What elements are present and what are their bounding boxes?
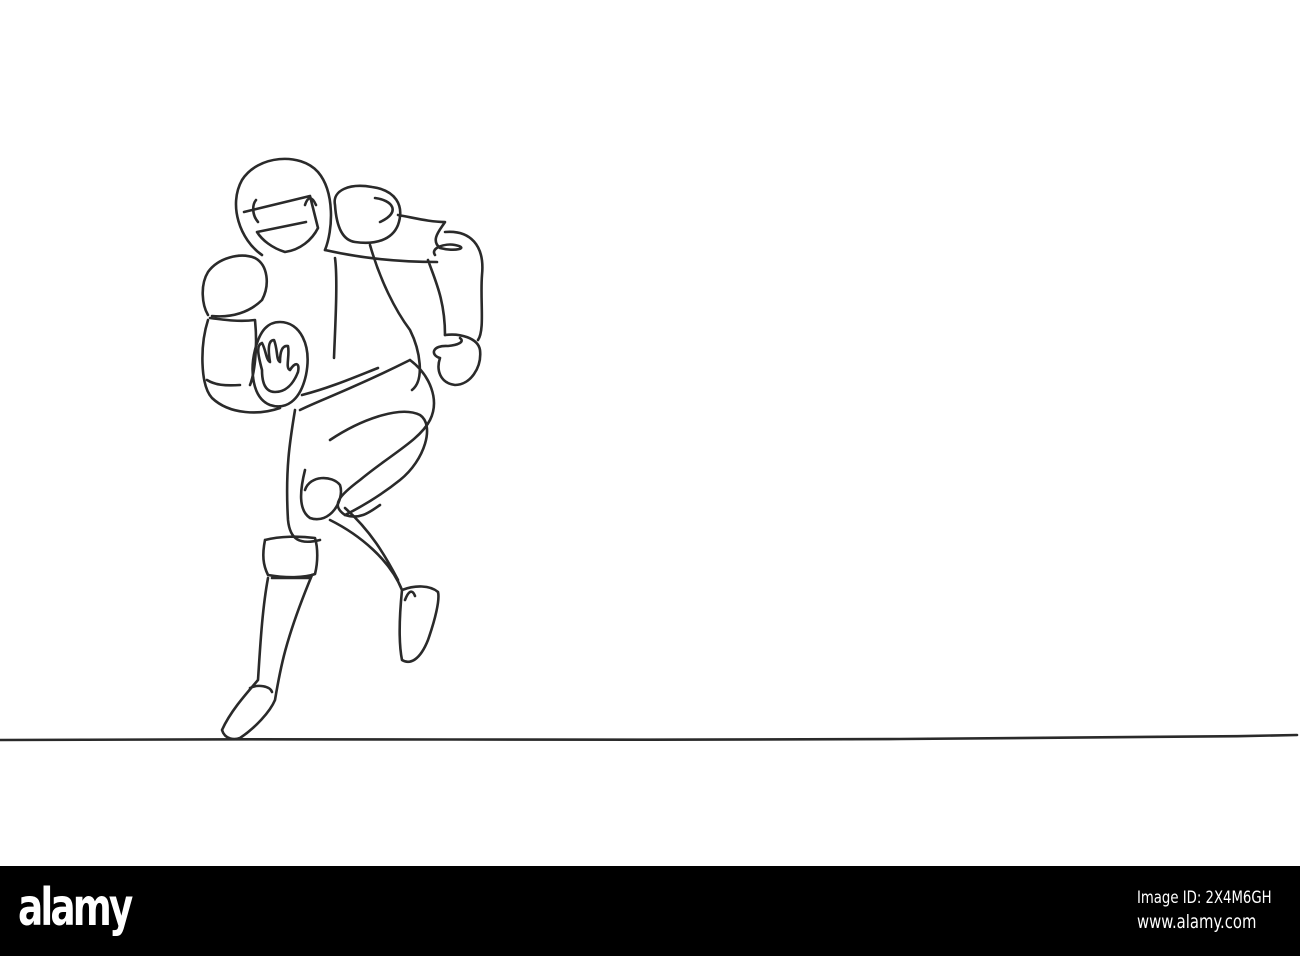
right-shoulder-pad: [333, 184, 402, 245]
ground-line: [0, 733, 1299, 742]
left-shin-and-foot: [220, 573, 314, 741]
left-forearm: [201, 316, 282, 414]
helmet: [234, 157, 333, 257]
right-shin-and-foot: [328, 506, 440, 664]
image-meta: Image ID: 2X4M6GH www.alamy.com: [1137, 886, 1272, 934]
right-glove: [432, 333, 482, 387]
alamy-logo: alamy: [18, 878, 133, 938]
football-player-illustration: [0, 157, 1299, 742]
belt-and-thigh: [298, 358, 436, 518]
hand: [256, 338, 300, 394]
facemask: [242, 194, 320, 254]
torso: [300, 243, 422, 397]
left-shoulder-pad: [201, 254, 269, 318]
image-id-label: Image ID: 2X4M6GH: [1137, 888, 1272, 908]
site-url: www.alamy.com: [1137, 911, 1257, 933]
watermark-banner: alamy Image ID: 2X4M6GH www.alamy.com: [0, 866, 1300, 956]
